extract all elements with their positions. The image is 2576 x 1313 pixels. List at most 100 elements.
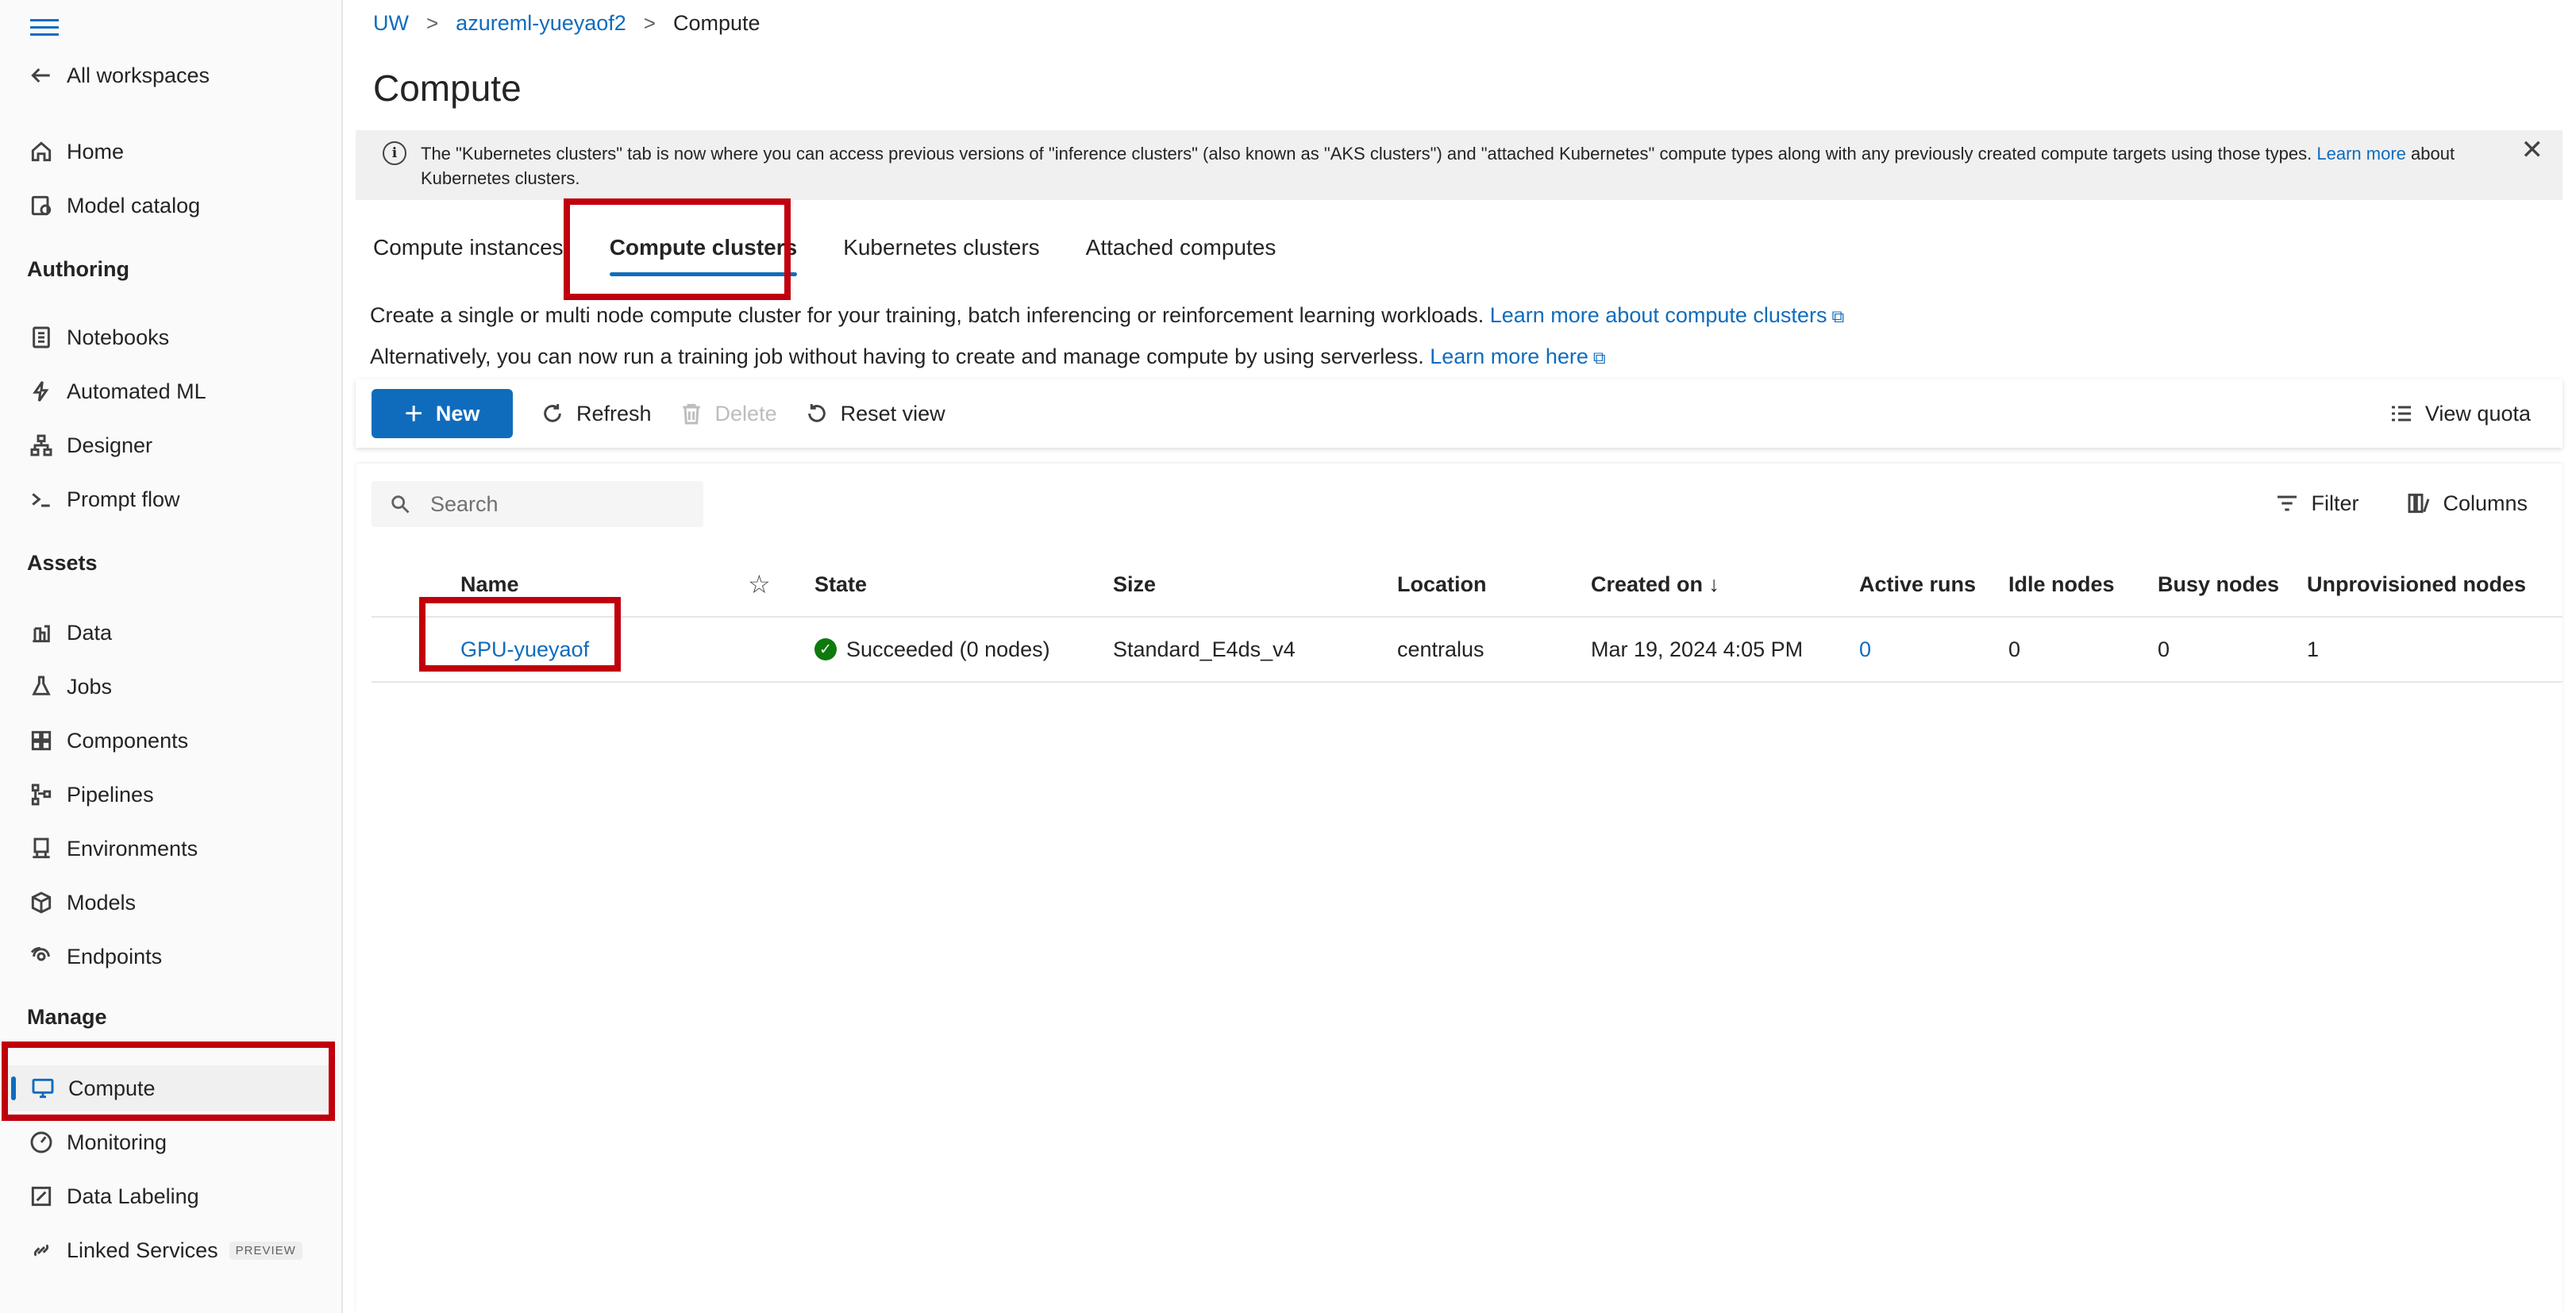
linked-services-icon <box>27 1236 56 1265</box>
breadcrumb-workspace[interactable]: azureml-yueyaof2 <box>456 11 626 36</box>
table-header: Name ☆ State Size Location Created on ↓ … <box>372 553 2563 618</box>
environments-icon <box>27 834 56 863</box>
compute-tabs: Compute instances Compute clusters Kuber… <box>373 235 1322 276</box>
sidebar-item-models[interactable]: Models <box>0 880 341 926</box>
all-workspaces-link[interactable]: All workspaces <box>0 52 341 98</box>
columns-button[interactable]: Columns <box>2406 491 2528 516</box>
sidebar-item-data-labeling[interactable]: Data Labeling <box>0 1173 341 1219</box>
monitoring-icon <box>27 1128 56 1157</box>
sidebar-item-designer[interactable]: Designer <box>0 422 341 468</box>
tab-attached-computes[interactable]: Attached computes <box>1086 235 1276 276</box>
learn-more-compute-clusters-link[interactable]: Learn more about compute clusters ⧉ <box>1490 303 1844 327</box>
info-icon: i <box>383 141 406 165</box>
unprovisioned-nodes-cell: 1 <box>2307 637 2320 661</box>
view-quota-button[interactable]: View quota <box>2389 401 2531 426</box>
state-cell: ✓ Succeeded (0 nodes) <box>814 618 1050 681</box>
breadcrumb-uw[interactable]: UW <box>373 11 409 36</box>
automated-ml-icon <box>27 377 56 406</box>
chevron-right-icon: > <box>643 11 656 35</box>
arrow-left-icon <box>27 61 56 90</box>
prompt-flow-icon <box>27 485 56 514</box>
external-link-icon: ⧉ <box>1831 306 1845 326</box>
learn-more-serverless-link[interactable]: Learn more here ⧉ <box>1430 345 1605 368</box>
sidebar-item-components[interactable]: Components <box>0 718 341 764</box>
busy-nodes-cell: 0 <box>2158 637 2170 661</box>
sidebar-item-pipelines[interactable]: Pipelines <box>0 772 341 818</box>
notebook-icon <box>27 323 56 352</box>
column-header-state[interactable]: State <box>814 553 867 616</box>
search-icon <box>391 495 410 514</box>
breadcrumb: UW > azureml-yueyaof2 > Compute <box>373 11 760 36</box>
preview-badge: PREVIEW <box>229 1241 302 1260</box>
hamburger-menu-icon[interactable] <box>30 14 59 38</box>
designer-icon <box>27 431 56 460</box>
data-labeling-icon <box>27 1182 56 1211</box>
sidebar-item-automated-ml[interactable]: Automated ML <box>0 368 341 414</box>
sidebar-item-model-catalog[interactable]: Model catalog <box>0 183 341 229</box>
idle-nodes-cell: 0 <box>2008 637 2021 661</box>
components-icon <box>27 726 56 755</box>
section-heading-assets: Assets <box>27 551 98 575</box>
search-input[interactable] <box>429 491 694 518</box>
filter-button[interactable]: Filter <box>2274 491 2358 516</box>
refresh-button[interactable]: Refresh <box>540 401 652 426</box>
close-icon[interactable]: ✕ <box>2521 137 2544 164</box>
search-box[interactable] <box>372 481 703 527</box>
filter-icon <box>2278 495 2297 511</box>
command-bar: + New Refresh Delete Reset view View quot… <box>356 379 2563 448</box>
column-header-size[interactable]: Size <box>1113 553 1156 616</box>
reset-view-button[interactable]: Reset view <box>804 401 945 426</box>
columns-icon <box>2408 493 2430 514</box>
sidebar-item-compute[interactable]: Compute <box>5 1065 329 1111</box>
description-line-2: Alternatively, you can now run a trainin… <box>370 345 1606 368</box>
refresh-icon <box>544 404 561 422</box>
sidebar-item-monitoring[interactable]: Monitoring <box>0 1119 341 1165</box>
info-banner: i The "Kubernetes clusters" tab is now w… <box>356 130 2563 200</box>
created-on-cell: Mar 19, 2024 4:05 PM <box>1591 637 1804 661</box>
sidebar-item-endpoints[interactable]: Endpoints <box>0 934 341 980</box>
active-runs-link[interactable]: 0 <box>1859 618 1871 681</box>
column-header-active-runs[interactable]: Active runs <box>1859 553 1976 616</box>
cluster-name-link[interactable]: GPU-yueyaof <box>460 618 589 681</box>
column-header-created-on[interactable]: Created on ↓ <box>1591 553 1719 616</box>
column-header-unprovisioned-nodes[interactable]: Unprovisioned nodes <box>2307 553 2526 616</box>
tab-compute-clusters[interactable]: Compute clusters <box>609 235 797 276</box>
favorite-star-icon[interactable]: ☆ <box>748 553 771 616</box>
chevron-right-icon: > <box>425 11 439 35</box>
column-header-name[interactable]: Name <box>460 553 519 616</box>
tab-compute-instances[interactable]: Compute instances <box>373 235 564 276</box>
column-header-location[interactable]: Location <box>1397 553 1487 616</box>
sidebar-item-environments[interactable]: Environments <box>0 826 341 872</box>
sidebar-item-home[interactable]: Home <box>0 129 341 175</box>
sidebar-item-data[interactable]: Data <box>0 610 341 656</box>
sidebar-item-notebooks[interactable]: Notebooks <box>0 314 341 360</box>
home-icon <box>27 137 56 166</box>
grid-actions: Filter Columns <box>2227 491 2528 516</box>
section-heading-authoring: Authoring <box>27 257 129 281</box>
size-cell: Standard_E4ds_v4 <box>1113 637 1296 661</box>
sidebar-item-prompt-flow[interactable]: Prompt flow <box>0 476 341 522</box>
description-line-1: Create a single or multi node compute cl… <box>370 303 1845 327</box>
active-indicator <box>11 1076 16 1100</box>
sidebar-item-jobs[interactable]: Jobs <box>0 664 341 710</box>
undo-icon <box>807 404 826 422</box>
new-button[interactable]: + New <box>372 389 513 438</box>
banner-learn-more-link[interactable]: Learn more <box>2316 144 2406 164</box>
location-cell: centralus <box>1397 637 1484 661</box>
tab-kubernetes-clusters[interactable]: Kubernetes clusters <box>843 235 1039 276</box>
trash-icon <box>682 403 700 425</box>
data-icon <box>27 618 56 647</box>
column-header-busy-nodes[interactable]: Busy nodes <box>2158 553 2279 616</box>
breadcrumb-current: Compute <box>672 11 760 35</box>
success-check-icon: ✓ <box>814 638 837 660</box>
plus-icon: + <box>404 396 423 431</box>
delete-button[interactable]: Delete <box>679 401 777 426</box>
compute-icon <box>29 1074 57 1103</box>
model-catalog-icon <box>27 191 56 220</box>
sidebar-item-linked-services[interactable]: Linked Services PREVIEW <box>0 1227 341 1273</box>
pipelines-icon <box>27 780 56 809</box>
column-header-idle-nodes[interactable]: Idle nodes <box>2008 553 2115 616</box>
jobs-icon <box>27 672 56 701</box>
endpoints-icon <box>27 942 56 971</box>
main-content: UW > azureml-yueyaof2 > Compute Compute … <box>343 0 2576 1313</box>
